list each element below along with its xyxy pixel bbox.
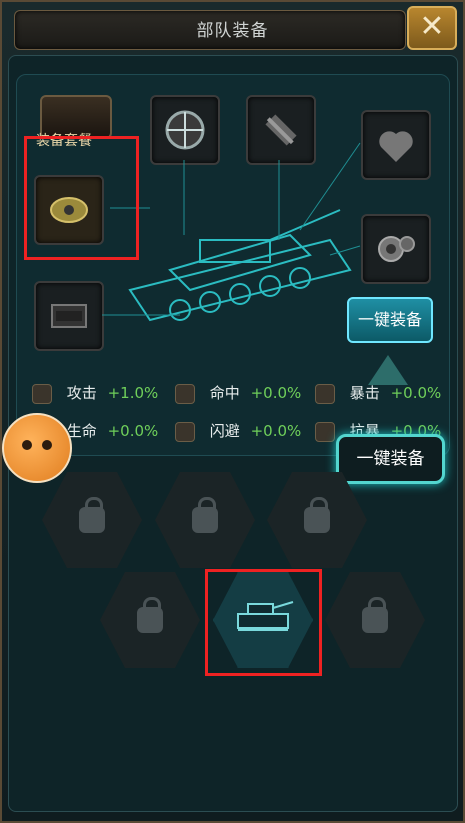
tank-schematic <box>128 209 352 322</box>
one-key-equip-tooltip: 一键装备 <box>336 434 445 484</box>
stat-attack: 攻击 +1.0% <box>32 382 158 404</box>
dodge-icon <box>175 421 195 442</box>
gear-icon <box>378 236 415 262</box>
avatar-eye-left <box>22 440 32 450</box>
lock-icon <box>304 497 330 533</box>
stat-accuracy: 命中 +0.0% <box>175 382 301 404</box>
armor-box-icon <box>51 304 87 328</box>
slot-heart[interactable] <box>361 110 431 180</box>
slot-sight[interactable] <box>150 95 220 165</box>
slot-armor-box[interactable] <box>34 281 104 351</box>
barrel-icon <box>265 114 297 146</box>
stat-crit: 暴击 +0.0% <box>315 382 441 404</box>
lock-icon <box>137 597 163 633</box>
anti-crit-icon <box>315 421 335 442</box>
lock-icon <box>79 497 105 533</box>
cat-avatar[interactable] <box>2 413 72 483</box>
highlight-shell-slot <box>24 136 139 260</box>
close-icon: ✕ <box>419 9 445 44</box>
avatar-eye-right <box>42 440 52 450</box>
slot-barrel[interactable] <box>246 95 316 165</box>
page-title: 部队装备 <box>196 21 269 41</box>
attack-icon <box>32 383 52 404</box>
crit-icon <box>315 383 335 404</box>
close-button[interactable]: ✕ <box>407 6 457 50</box>
accuracy-icon <box>175 383 195 404</box>
lock-icon <box>362 597 388 633</box>
slot-gear[interactable] <box>361 214 431 284</box>
heart-icon <box>379 131 413 162</box>
one-key-equip-button[interactable]: 一键装备 <box>347 297 433 343</box>
stat-dodge: 闪避 +0.0% <box>175 420 301 442</box>
sight-icon <box>165 110 205 150</box>
lock-icon <box>192 497 218 533</box>
